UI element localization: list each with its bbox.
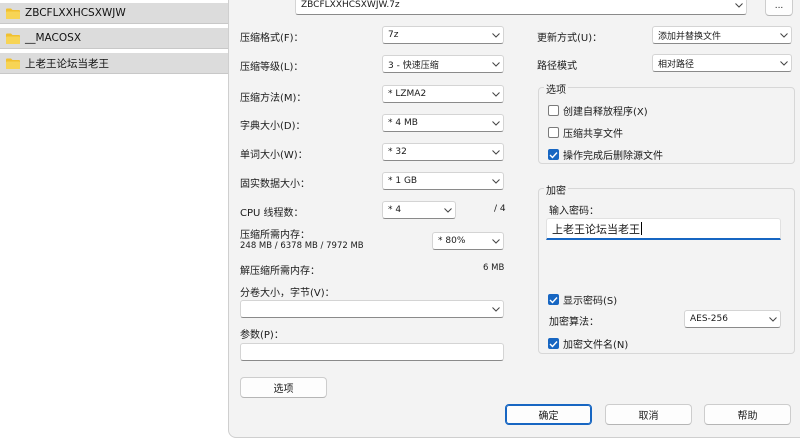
mem-value: * 80%	[438, 236, 466, 246]
checkbox-icon	[548, 127, 559, 138]
archive-path-value: ZBCFLXXHCSXWJW.7z	[301, 0, 400, 10]
chevron-down-icon	[489, 56, 503, 72]
chevron-down-icon	[489, 86, 503, 102]
mem-usage-select[interactable]: * 80%	[432, 232, 504, 250]
method-value: * LZMA2	[388, 89, 427, 99]
checkmark-icon	[548, 294, 559, 305]
cancel-button[interactable]: 取消	[605, 404, 692, 425]
options-button[interactable]: 选项	[240, 377, 327, 398]
browse-button[interactable]: ...	[765, 0, 793, 16]
show-password-label: 显示密码(S)	[563, 296, 618, 307]
enc-method-select[interactable]: AES-256	[684, 310, 781, 328]
delete-after-checkbox[interactable]: 操作完成后删除源文件	[548, 147, 663, 162]
update-value: 添加并替换文件	[658, 31, 722, 42]
folder-icon	[6, 8, 20, 19]
folder-row[interactable]: ZBCFLXXHCSXWJW	[0, 3, 232, 24]
show-password-checkbox[interactable]: 显示密码(S)	[548, 292, 617, 307]
update-label: 更新方式(U)：	[537, 33, 603, 44]
params-input[interactable]	[240, 343, 504, 361]
shared-label: 压缩共享文件	[563, 129, 623, 140]
params-label: 参数(P)：	[240, 330, 284, 341]
threads-total: / 4	[494, 204, 506, 214]
chevron-down-icon	[489, 233, 503, 249]
solid-label: 固实数据大小：	[240, 179, 310, 190]
checkmark-icon	[548, 149, 559, 160]
format-select[interactable]: 7z	[382, 26, 504, 44]
level-value: 3 - 快速压缩	[388, 60, 439, 71]
level-select[interactable]: 3 - 快速压缩	[382, 55, 504, 73]
cancel-label: 取消	[638, 411, 659, 422]
split-size-combo[interactable]	[240, 300, 504, 318]
word-select[interactable]: * 32	[382, 143, 504, 161]
level-label: 压缩等级(L)：	[240, 62, 304, 73]
sfx-checkbox[interactable]: 创建自释放程序(X)	[548, 103, 648, 118]
update-mode-select[interactable]: 添加并替换文件	[652, 26, 792, 44]
chevron-down-icon	[441, 202, 455, 218]
chevron-down-icon	[489, 27, 503, 43]
folder-row[interactable]: 上老王论坛当老王	[0, 53, 232, 74]
mem-label: 压缩所需内存：	[240, 230, 310, 241]
chevron-down-icon	[489, 144, 503, 160]
password-input[interactable]: 上老王论坛当老王	[546, 218, 781, 240]
password-value: 上老王论坛当老王	[552, 222, 640, 236]
folder-icon	[6, 58, 20, 69]
chevron-down-icon	[766, 311, 780, 327]
folder-name: 上老王论坛当老王	[25, 57, 109, 70]
encrypt-names-checkbox[interactable]: 加密文件名(N)	[548, 336, 628, 351]
help-button[interactable]: 帮助	[704, 404, 791, 425]
options-button-label: 选项	[273, 384, 294, 395]
path-mode-select[interactable]: 相对路径	[652, 54, 792, 72]
encrypt-names-label: 加密文件名(N)	[563, 340, 629, 351]
shared-files-checkbox[interactable]: 压缩共享文件	[548, 125, 623, 140]
checkmark-icon	[548, 338, 559, 349]
archive-path-combo[interactable]: ZBCFLXXHCSXWJW.7z	[295, 0, 747, 15]
threads-select[interactable]: * 4	[382, 201, 456, 219]
folder-row[interactable]: __MACOSX	[0, 28, 232, 49]
folder-icon	[6, 33, 20, 44]
solid-select[interactable]: * 1 GB	[382, 172, 504, 190]
decomp-label: 解压缩所需内存：	[240, 266, 320, 277]
method-select[interactable]: * LZMA2	[382, 85, 504, 103]
checkbox-icon	[548, 105, 559, 116]
sfx-label: 创建自释放程序(X)	[563, 107, 648, 118]
browse-label: ...	[774, 1, 784, 11]
password-label: 输入密码：	[549, 206, 599, 217]
format-label: 压缩格式(F)：	[240, 33, 304, 44]
ok-label: 确定	[538, 411, 559, 422]
split-label: 分卷大小，字节(V)：	[240, 288, 335, 299]
chevron-down-icon	[489, 173, 503, 189]
ok-button[interactable]: 确定	[505, 404, 592, 425]
folder-name: __MACOSX	[25, 32, 82, 44]
chevron-down-icon	[489, 301, 503, 317]
dict-value: * 4 MB	[388, 118, 418, 128]
delete-label: 操作完成后删除源文件	[563, 151, 663, 162]
method-label: 压缩方法(M)：	[240, 93, 307, 104]
add-to-archive-dialog: ZBCFLXXHCSXWJW.7z ... 压缩格式(F)： 7z 压缩等级(L…	[228, 0, 800, 438]
chevron-down-icon	[777, 27, 791, 43]
dict-select[interactable]: * 4 MB	[382, 114, 504, 132]
pathmode-value: 相对路径	[658, 59, 695, 70]
decomp-value: 6 MB	[483, 263, 505, 273]
folder-name: ZBCFLXXHCSXWJW	[25, 7, 126, 19]
chevron-down-icon	[777, 55, 791, 71]
chevron-down-icon	[732, 0, 746, 13]
threads-label: CPU 线程数：	[240, 208, 304, 219]
encryption-group-title: 加密	[544, 182, 568, 197]
options-group-title: 选项	[544, 81, 568, 96]
solid-value: * 1 GB	[388, 176, 418, 186]
format-value: 7z	[388, 30, 399, 40]
dict-label: 字典大小(D)：	[240, 121, 306, 132]
file-explorer: ZBCFLXXHCSXWJW __MACOSX 上老王论坛当老王	[0, 0, 232, 438]
pathmode-label: 路径模式	[537, 61, 577, 72]
enc-method-label: 加密算法：	[549, 317, 599, 328]
text-caret	[641, 222, 642, 235]
mem-detail: 248 MB / 6378 MB / 7972 MB	[240, 241, 364, 251]
enc-method-value: AES-256	[690, 314, 728, 324]
word-label: 单词大小(W)：	[240, 150, 308, 161]
help-label: 帮助	[737, 411, 758, 422]
threads-value: * 4	[388, 205, 402, 215]
word-value: * 32	[388, 147, 407, 157]
chevron-down-icon	[489, 115, 503, 131]
